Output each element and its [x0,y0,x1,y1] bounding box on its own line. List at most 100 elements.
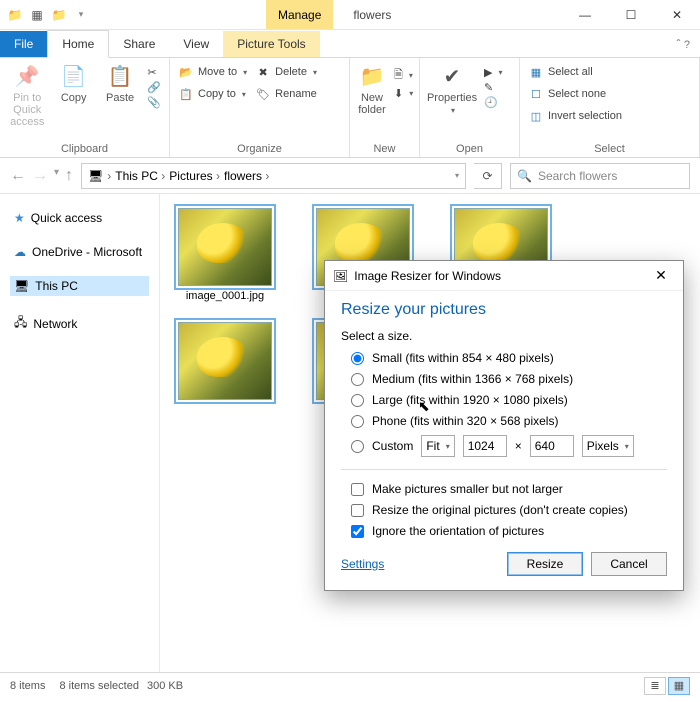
size-option-small[interactable]: Small (fits within 854 × 480 pixels) [351,351,667,365]
search-input[interactable]: 🔍 Search flowers [510,163,690,189]
status-selected: 8 items selected [59,680,138,692]
rename-label: Rename [275,88,317,100]
check-ignore-orientation[interactable]: Ignore the orientation of pictures [351,524,667,538]
qat-new-folder-icon[interactable]: 📁 [50,6,68,24]
checkbox-replace-label: Resize the original pictures (don't crea… [372,503,628,517]
check-smaller-only[interactable]: Make pictures smaller but not larger [351,482,667,496]
copy-icon: 📄 [60,62,88,90]
star-icon: ★ [14,211,25,225]
address-caret-icon[interactable]: ▾ [455,171,459,180]
pin-quick-access-button[interactable]: 📌 Pin to Quick access [8,62,46,128]
settings-link[interactable]: Settings [341,557,384,571]
paste-button[interactable]: 📋 Paste [101,62,139,104]
custom-width-input[interactable]: 1024 [463,435,507,457]
copy-to-button[interactable]: 📋Copy to▾ [178,86,247,102]
select-none-icon: ☐ [528,86,544,102]
checkbox-smaller[interactable] [351,483,364,496]
copy-button[interactable]: 📄 Copy [54,62,92,104]
sidebar-network[interactable]: 🖧Network [10,310,149,337]
radio-large[interactable] [351,394,364,407]
properties-label: Properties [427,92,477,104]
tab-share[interactable]: Share [109,31,169,57]
forward-button[interactable]: → [32,167,48,185]
select-all-button[interactable]: ▦Select all [528,64,622,80]
dialog-prompt: Select a size. [341,329,667,343]
tab-picture-tools[interactable]: Picture Tools [223,31,319,57]
check-replace-original[interactable]: Resize the original pictures (don't crea… [351,503,667,517]
fit-mode-value: Fit [426,439,439,453]
radio-custom[interactable] [351,440,364,453]
rename-button[interactable]: 🏷Rename [255,86,317,102]
tab-view[interactable]: View [169,31,223,57]
breadcrumb-flowers[interactable]: flowers [224,169,269,183]
custom-height-input[interactable]: 640 [530,435,574,457]
unit-select[interactable]: Pixels▾ [582,435,634,457]
checkbox-replace[interactable] [351,504,364,517]
sidebar-quick-access[interactable]: ★Quick access [10,208,149,228]
radio-phone[interactable] [351,415,364,428]
edit-icon[interactable]: ✎ [484,81,502,94]
new-folder-label: New folder [358,92,386,116]
minimize-button[interactable]: — [562,0,608,30]
file-item[interactable] [170,322,280,416]
new-folder-button[interactable]: 📁 New folder [358,62,386,116]
tab-home[interactable]: Home [47,30,109,58]
sidebar-this-pc[interactable]: 🖥This PC [10,276,149,296]
properties-button[interactable]: ✔ Properties ▾ [428,62,476,115]
qat-properties-icon[interactable]: ▦ [28,6,46,24]
easy-access-icon[interactable]: ⬇▾ [394,87,413,100]
search-icon: 🔍 [517,169,532,183]
group-clipboard-label: Clipboard [8,141,161,155]
size-option-large[interactable]: Large (fits within 1920 × 1080 pixels) [351,393,667,407]
copy-path-icon[interactable]: 🔗 [147,81,161,94]
maximize-button[interactable]: ☐ [608,0,654,30]
address-bar[interactable]: 🖥 › This PC Pictures flowers ▾ [81,163,466,189]
sidebar-network-label: Network [33,317,77,331]
file-item[interactable]: image_0001.jpg [170,208,280,302]
invert-selection-button[interactable]: ◫Invert selection [528,108,622,124]
paste-label: Paste [106,92,134,104]
file-name: image_0001.jpg [186,290,264,302]
select-none-button[interactable]: ☐Select none [528,86,622,102]
radio-large-label: Large (fits within 1920 × 1080 pixels) [372,393,568,407]
up-button[interactable]: ↑ [65,167,73,185]
open-icon[interactable]: ▶▾ [484,66,502,79]
cancel-button[interactable]: Cancel [591,552,667,576]
move-to-button[interactable]: 📂Move to▾ [178,64,247,80]
fit-mode-select[interactable]: Fit▾ [421,435,454,457]
image-resizer-dialog: 🖼 Image Resizer for Windows ✕ Resize you… [324,260,684,591]
breadcrumb-pictures[interactable]: Pictures [169,169,220,183]
refresh-button[interactable]: ⟳ [474,163,502,189]
breadcrumb-thispc[interactable]: This PC [115,169,165,183]
tab-file[interactable]: File [0,31,47,57]
dialog-close-button[interactable]: ✕ [647,267,675,284]
checkbox-smaller-label: Make pictures smaller but not larger [372,482,563,496]
window-title: flowers [353,8,391,22]
qat-caret-icon[interactable]: ▾ [72,6,90,24]
size-option-custom[interactable]: Custom Fit▾ 1024 × 640 Pixels▾ [351,435,667,457]
recent-caret-icon[interactable]: ▾ [54,167,59,185]
group-open-label: Open [428,141,511,155]
unit-value: Pixels [587,439,619,453]
radio-small[interactable] [351,352,364,365]
resize-button[interactable]: Resize [507,552,583,576]
copy-to-icon: 📋 [178,86,194,102]
radio-medium[interactable] [351,373,364,386]
ribbon-collapse-icon[interactable]: ˆ ? [667,31,700,57]
paste-shortcut-icon[interactable]: 📎 [147,96,161,109]
delete-button[interactable]: ✖Delete▾ [255,64,317,80]
view-thumbnails-button[interactable]: ▦ [668,677,690,695]
close-button[interactable]: ✕ [654,0,700,30]
view-details-button[interactable]: ≣ [644,677,666,695]
new-item-icon[interactable]: 🗎▾ [394,66,413,85]
back-button[interactable]: ← [10,167,26,185]
sidebar-onedrive[interactable]: ☁OneDrive - Microsoft [10,242,149,262]
pc-icon: 🖥 [88,169,103,183]
history-icon[interactable]: 🕘 [484,96,502,109]
size-option-medium[interactable]: Medium (fits within 1366 × 768 pixels) [351,372,667,386]
cut-icon[interactable]: ✂ [147,66,161,79]
checkbox-orientation[interactable] [351,525,364,538]
dialog-heading: Resize your pictures [341,301,667,319]
thumbnail [178,322,272,400]
size-option-phone[interactable]: Phone (fits within 320 × 568 pixels) [351,414,667,428]
